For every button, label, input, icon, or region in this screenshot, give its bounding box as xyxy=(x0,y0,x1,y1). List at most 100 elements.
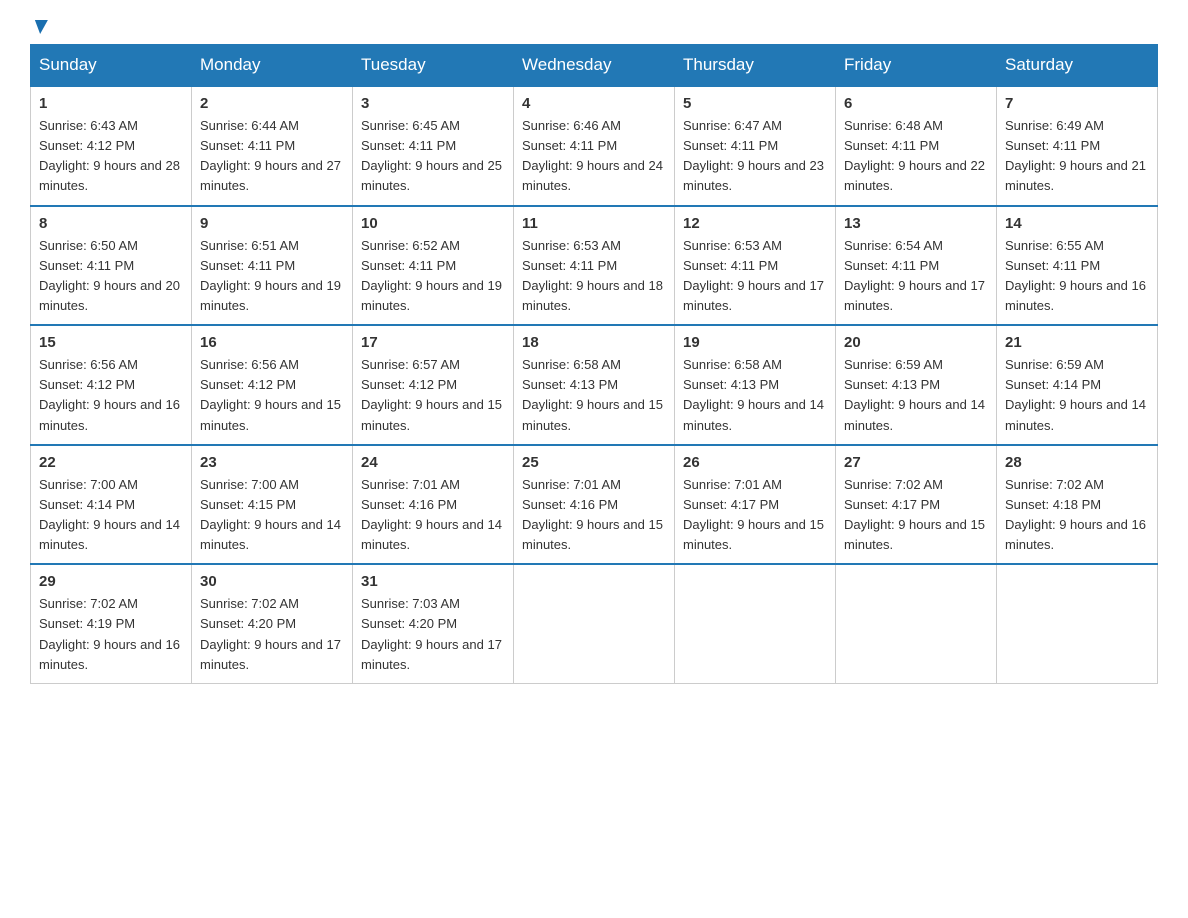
calendar-day-1: 1 Sunrise: 6:43 AMSunset: 4:12 PMDayligh… xyxy=(31,86,192,206)
day-number: 27 xyxy=(844,454,988,471)
day-info: Sunrise: 7:02 AMSunset: 4:19 PMDaylight:… xyxy=(39,594,183,675)
calendar-day-15: 15 Sunrise: 6:56 AMSunset: 4:12 PMDaylig… xyxy=(31,325,192,445)
calendar-day-31: 31 Sunrise: 7:03 AMSunset: 4:20 PMDaylig… xyxy=(353,564,514,683)
day-info: Sunrise: 6:47 AMSunset: 4:11 PMDaylight:… xyxy=(683,116,827,197)
day-info: Sunrise: 6:53 AMSunset: 4:11 PMDaylight:… xyxy=(522,236,666,317)
weekday-header-monday: Monday xyxy=(192,45,353,87)
day-info: Sunrise: 6:44 AMSunset: 4:11 PMDaylight:… xyxy=(200,116,344,197)
day-number: 5 xyxy=(683,95,827,112)
calendar-empty xyxy=(514,564,675,683)
calendar-day-13: 13 Sunrise: 6:54 AMSunset: 4:11 PMDaylig… xyxy=(836,206,997,326)
calendar-day-16: 16 Sunrise: 6:56 AMSunset: 4:12 PMDaylig… xyxy=(192,325,353,445)
calendar-day-27: 27 Sunrise: 7:02 AMSunset: 4:17 PMDaylig… xyxy=(836,445,997,565)
day-number: 8 xyxy=(39,215,183,232)
day-number: 28 xyxy=(1005,454,1149,471)
calendar-week-5: 29 Sunrise: 7:02 AMSunset: 4:19 PMDaylig… xyxy=(31,564,1158,683)
calendar-day-26: 26 Sunrise: 7:01 AMSunset: 4:17 PMDaylig… xyxy=(675,445,836,565)
weekday-header-saturday: Saturday xyxy=(997,45,1158,87)
day-info: Sunrise: 7:01 AMSunset: 4:16 PMDaylight:… xyxy=(361,475,505,556)
day-number: 22 xyxy=(39,454,183,471)
day-number: 6 xyxy=(844,95,988,112)
calendar-day-22: 22 Sunrise: 7:00 AMSunset: 4:14 PMDaylig… xyxy=(31,445,192,565)
calendar-day-20: 20 Sunrise: 6:59 AMSunset: 4:13 PMDaylig… xyxy=(836,325,997,445)
weekday-header-thursday: Thursday xyxy=(675,45,836,87)
calendar-day-3: 3 Sunrise: 6:45 AMSunset: 4:11 PMDayligh… xyxy=(353,86,514,206)
weekday-header-sunday: Sunday xyxy=(31,45,192,87)
calendar-day-18: 18 Sunrise: 6:58 AMSunset: 4:13 PMDaylig… xyxy=(514,325,675,445)
calendar-day-12: 12 Sunrise: 6:53 AMSunset: 4:11 PMDaylig… xyxy=(675,206,836,326)
day-info: Sunrise: 6:51 AMSunset: 4:11 PMDaylight:… xyxy=(200,236,344,317)
day-number: 23 xyxy=(200,454,344,471)
day-number: 1 xyxy=(39,95,183,112)
day-info: Sunrise: 6:49 AMSunset: 4:11 PMDaylight:… xyxy=(1005,116,1149,197)
day-number: 9 xyxy=(200,215,344,232)
day-number: 15 xyxy=(39,334,183,351)
calendar-week-1: 1 Sunrise: 6:43 AMSunset: 4:12 PMDayligh… xyxy=(31,86,1158,206)
calendar-day-21: 21 Sunrise: 6:59 AMSunset: 4:14 PMDaylig… xyxy=(997,325,1158,445)
calendar-day-28: 28 Sunrise: 7:02 AMSunset: 4:18 PMDaylig… xyxy=(997,445,1158,565)
day-info: Sunrise: 6:43 AMSunset: 4:12 PMDaylight:… xyxy=(39,116,183,197)
day-number: 29 xyxy=(39,573,183,590)
weekday-header-friday: Friday xyxy=(836,45,997,87)
calendar-day-25: 25 Sunrise: 7:01 AMSunset: 4:16 PMDaylig… xyxy=(514,445,675,565)
day-number: 16 xyxy=(200,334,344,351)
calendar-week-2: 8 Sunrise: 6:50 AMSunset: 4:11 PMDayligh… xyxy=(31,206,1158,326)
calendar-week-3: 15 Sunrise: 6:56 AMSunset: 4:12 PMDaylig… xyxy=(31,325,1158,445)
logo-chevron-icon xyxy=(31,20,48,34)
calendar-empty xyxy=(675,564,836,683)
day-info: Sunrise: 6:56 AMSunset: 4:12 PMDaylight:… xyxy=(200,355,344,436)
calendar-day-23: 23 Sunrise: 7:00 AMSunset: 4:15 PMDaylig… xyxy=(192,445,353,565)
weekday-header-row: SundayMondayTuesdayWednesdayThursdayFrid… xyxy=(31,45,1158,87)
calendar-week-4: 22 Sunrise: 7:00 AMSunset: 4:14 PMDaylig… xyxy=(31,445,1158,565)
day-number: 2 xyxy=(200,95,344,112)
calendar-day-2: 2 Sunrise: 6:44 AMSunset: 4:11 PMDayligh… xyxy=(192,86,353,206)
day-number: 10 xyxy=(361,215,505,232)
calendar-day-14: 14 Sunrise: 6:55 AMSunset: 4:11 PMDaylig… xyxy=(997,206,1158,326)
day-number: 17 xyxy=(361,334,505,351)
day-number: 4 xyxy=(522,95,666,112)
day-info: Sunrise: 7:01 AMSunset: 4:17 PMDaylight:… xyxy=(683,475,827,556)
day-number: 19 xyxy=(683,334,827,351)
day-info: Sunrise: 7:02 AMSunset: 4:17 PMDaylight:… xyxy=(844,475,988,556)
day-info: Sunrise: 7:00 AMSunset: 4:14 PMDaylight:… xyxy=(39,475,183,556)
calendar-day-17: 17 Sunrise: 6:57 AMSunset: 4:12 PMDaylig… xyxy=(353,325,514,445)
day-number: 18 xyxy=(522,334,666,351)
calendar-table: SundayMondayTuesdayWednesdayThursdayFrid… xyxy=(30,44,1158,684)
day-number: 12 xyxy=(683,215,827,232)
day-number: 21 xyxy=(1005,334,1149,351)
day-info: Sunrise: 6:45 AMSunset: 4:11 PMDaylight:… xyxy=(361,116,505,197)
day-number: 13 xyxy=(844,215,988,232)
calendar-day-8: 8 Sunrise: 6:50 AMSunset: 4:11 PMDayligh… xyxy=(31,206,192,326)
day-number: 25 xyxy=(522,454,666,471)
day-info: Sunrise: 6:56 AMSunset: 4:12 PMDaylight:… xyxy=(39,355,183,436)
day-info: Sunrise: 6:59 AMSunset: 4:13 PMDaylight:… xyxy=(844,355,988,436)
calendar-day-11: 11 Sunrise: 6:53 AMSunset: 4:11 PMDaylig… xyxy=(514,206,675,326)
day-info: Sunrise: 7:00 AMSunset: 4:15 PMDaylight:… xyxy=(200,475,344,556)
day-info: Sunrise: 6:59 AMSunset: 4:14 PMDaylight:… xyxy=(1005,355,1149,436)
logo-blue xyxy=(30,20,46,34)
calendar-empty xyxy=(836,564,997,683)
calendar-day-9: 9 Sunrise: 6:51 AMSunset: 4:11 PMDayligh… xyxy=(192,206,353,326)
day-info: Sunrise: 6:46 AMSunset: 4:11 PMDaylight:… xyxy=(522,116,666,197)
day-info: Sunrise: 6:48 AMSunset: 4:11 PMDaylight:… xyxy=(844,116,988,197)
logo xyxy=(30,20,46,34)
day-number: 7 xyxy=(1005,95,1149,112)
day-info: Sunrise: 7:02 AMSunset: 4:20 PMDaylight:… xyxy=(200,594,344,675)
day-info: Sunrise: 6:57 AMSunset: 4:12 PMDaylight:… xyxy=(361,355,505,436)
day-info: Sunrise: 6:53 AMSunset: 4:11 PMDaylight:… xyxy=(683,236,827,317)
calendar-day-10: 10 Sunrise: 6:52 AMSunset: 4:11 PMDaylig… xyxy=(353,206,514,326)
calendar-day-24: 24 Sunrise: 7:01 AMSunset: 4:16 PMDaylig… xyxy=(353,445,514,565)
day-number: 20 xyxy=(844,334,988,351)
day-info: Sunrise: 7:03 AMSunset: 4:20 PMDaylight:… xyxy=(361,594,505,675)
day-number: 11 xyxy=(522,215,666,232)
page-header xyxy=(30,20,1158,34)
day-info: Sunrise: 6:50 AMSunset: 4:11 PMDaylight:… xyxy=(39,236,183,317)
day-number: 30 xyxy=(200,573,344,590)
day-info: Sunrise: 7:01 AMSunset: 4:16 PMDaylight:… xyxy=(522,475,666,556)
day-info: Sunrise: 6:52 AMSunset: 4:11 PMDaylight:… xyxy=(361,236,505,317)
calendar-empty xyxy=(997,564,1158,683)
day-info: Sunrise: 6:58 AMSunset: 4:13 PMDaylight:… xyxy=(683,355,827,436)
day-number: 24 xyxy=(361,454,505,471)
calendar-day-19: 19 Sunrise: 6:58 AMSunset: 4:13 PMDaylig… xyxy=(675,325,836,445)
calendar-day-5: 5 Sunrise: 6:47 AMSunset: 4:11 PMDayligh… xyxy=(675,86,836,206)
